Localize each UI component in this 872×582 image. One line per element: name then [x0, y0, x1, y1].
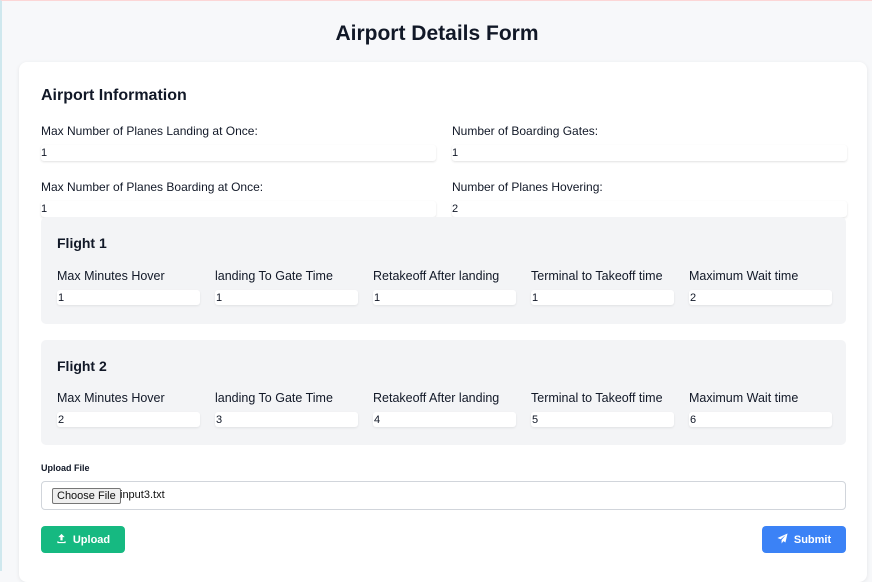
- terminal-to-takeoff-label: Terminal to Takeoff time: [531, 269, 663, 283]
- max-landing-label: Max Number of Planes Landing at Once:: [41, 124, 258, 138]
- flight-1-terminal-to-takeoff-input[interactable]: [531, 290, 674, 305]
- max-wait-label: Maximum Wait time: [689, 391, 799, 405]
- flight-2-max-wait-input[interactable]: [689, 412, 832, 427]
- flight-panel-2: Flight 2 Max Minutes Hover landing To Ga…: [41, 340, 846, 445]
- retakeoff-label: Retakeoff After landing: [373, 269, 500, 283]
- paper-plane-icon: [777, 532, 788, 547]
- flight-2-retakeoff-input[interactable]: [373, 412, 516, 427]
- max-boarding-label: Max Number of Planes Boarding at Once:: [41, 180, 264, 194]
- flight-panel-1: Flight 1 Max Minutes Hover landing To Ga…: [41, 217, 846, 324]
- airport-form-card: Airport Information Max Number of Planes…: [19, 62, 867, 582]
- flight-2-max-hover-field: Max Minutes Hover: [57, 391, 200, 427]
- terminal-to-takeoff-label: Terminal to Takeoff time: [531, 391, 663, 405]
- landing-to-gate-label: landing To Gate Time: [215, 391, 333, 405]
- selected-file-name: input3.txt: [120, 489, 165, 501]
- boarding-gates-label: Number of Boarding Gates:: [452, 124, 599, 138]
- upload-icon: [56, 533, 67, 547]
- submit-button[interactable]: Submit: [762, 526, 846, 553]
- boarding-gates-input[interactable]: [452, 145, 847, 161]
- flight-1-max-hover-field: Max Minutes Hover: [57, 269, 200, 305]
- flight-1-retakeoff-field: Retakeoff After landing: [373, 269, 516, 305]
- upload-button[interactable]: Upload: [41, 526, 125, 553]
- submit-button-label: Submit: [793, 533, 832, 546]
- flight-title: Flight 2: [57, 358, 107, 374]
- max-landing-input[interactable]: [41, 145, 436, 161]
- flight-2-terminal-to-takeoff-input[interactable]: [531, 412, 674, 427]
- upload-file-label: Upload File: [41, 463, 90, 473]
- flight-1-max-hover-input[interactable]: [57, 290, 200, 305]
- planes-hovering-input[interactable]: [452, 201, 847, 217]
- upload-button-label: Upload: [72, 533, 111, 546]
- max-wait-label: Maximum Wait time: [689, 269, 799, 283]
- landing-to-gate-label: landing To Gate Time: [215, 269, 333, 283]
- flight-2-retakeoff-field: Retakeoff After landing: [373, 391, 516, 427]
- flight-1-landing-to-gate-input[interactable]: [215, 290, 358, 305]
- flight-2-landing-to-gate-field: landing To Gate Time: [215, 391, 358, 427]
- flight-1-terminal-to-takeoff-field: Terminal to Takeoff time: [531, 269, 674, 305]
- file-input[interactable]: Choose File input3.txt: [41, 481, 846, 510]
- max-boarding-input[interactable]: [41, 201, 436, 217]
- max-hover-label: Max Minutes Hover: [57, 269, 165, 283]
- flight-1-landing-to-gate-field: landing To Gate Time: [215, 269, 358, 305]
- flight-1-retakeoff-input[interactable]: [373, 290, 516, 305]
- page-title: Airport Details Form: [335, 22, 539, 45]
- flight-1-max-wait-input[interactable]: [689, 290, 832, 305]
- flight-2-max-wait-field: Maximum Wait time: [689, 391, 832, 427]
- flight-2-terminal-to-takeoff-field: Terminal to Takeoff time: [531, 391, 674, 427]
- flight-1-max-wait-field: Maximum Wait time: [689, 269, 832, 305]
- flight-2-landing-to-gate-input[interactable]: [215, 412, 358, 427]
- flight-title: Flight 1: [57, 235, 107, 251]
- flight-2-max-hover-input[interactable]: [57, 412, 200, 427]
- choose-file-button[interactable]: Choose File: [52, 488, 121, 504]
- planes-hovering-label: Number of Planes Hovering:: [452, 180, 603, 194]
- max-hover-label: Max Minutes Hover: [57, 391, 165, 405]
- section-title-airport-information: Airport Information: [41, 87, 187, 104]
- retakeoff-label: Retakeoff After landing: [373, 391, 500, 405]
